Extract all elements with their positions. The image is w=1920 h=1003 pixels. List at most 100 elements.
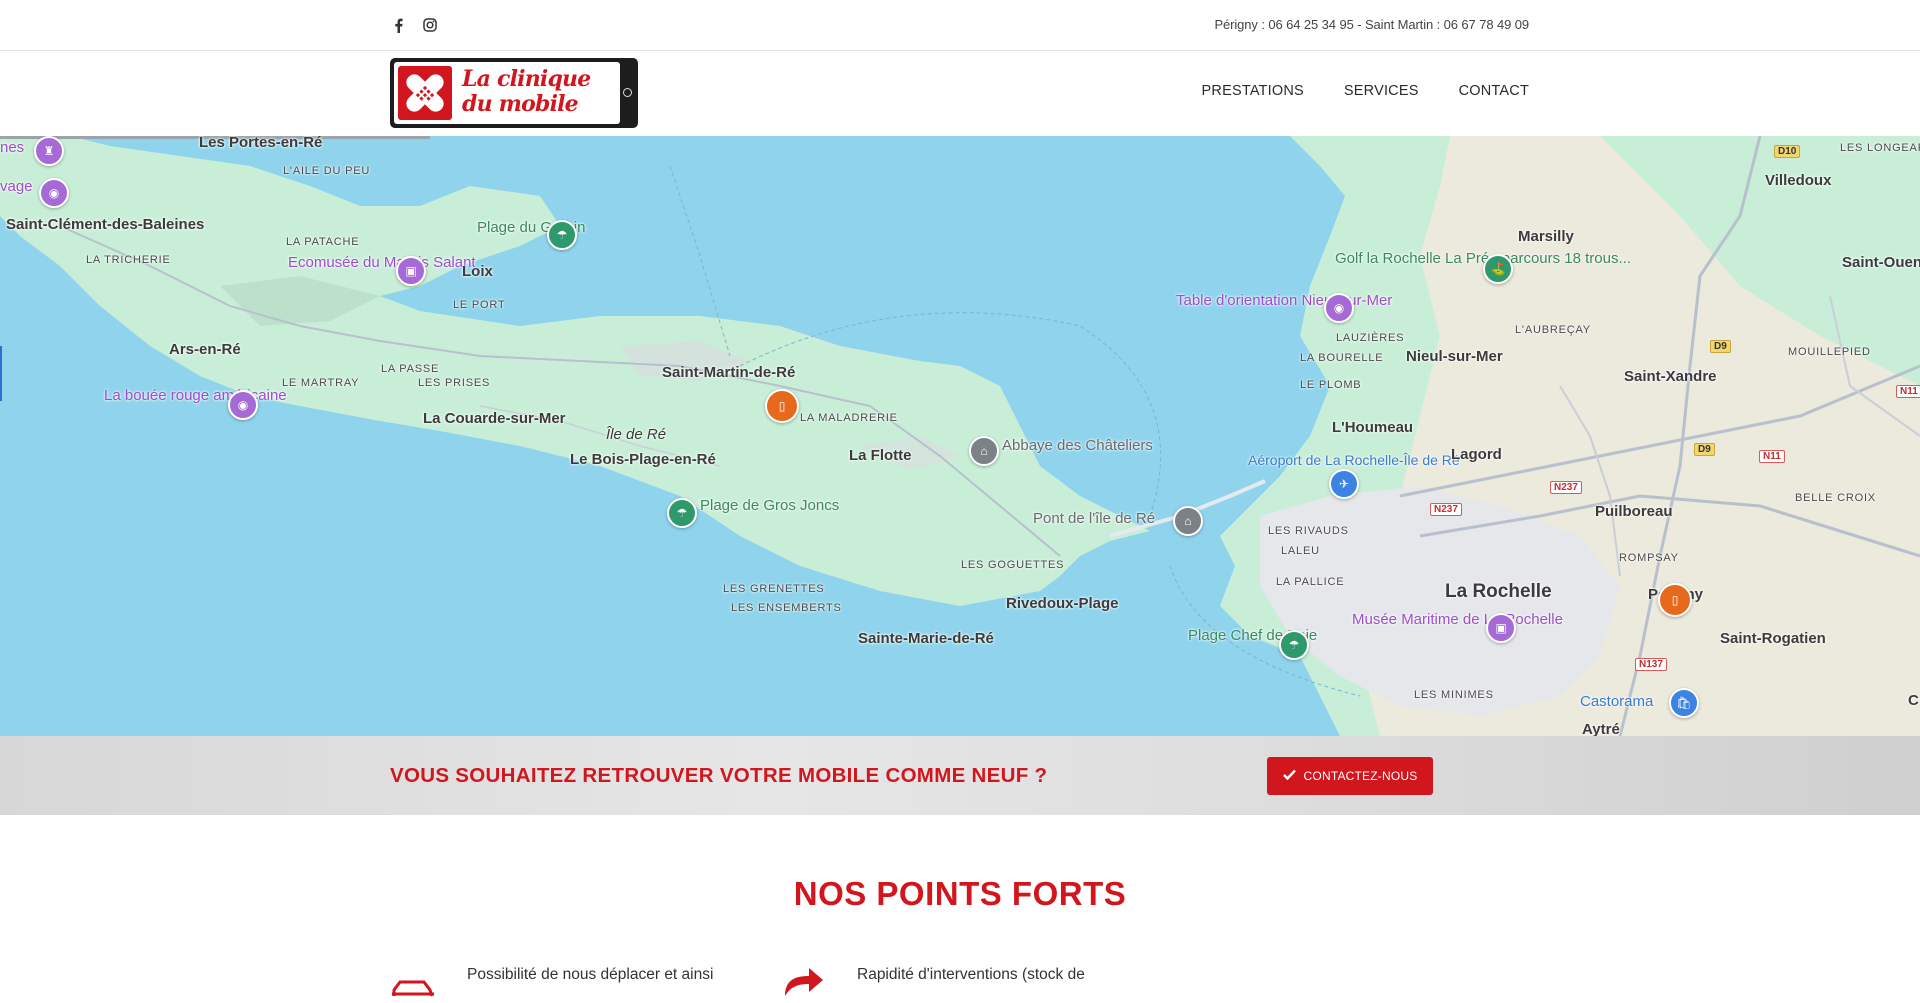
phone-button-icon <box>623 88 632 97</box>
map-pin-airport-icon[interactable]: ✈ <box>1329 469 1359 499</box>
site-logo[interactable]: La clinique du mobile <box>390 58 638 128</box>
top-bar: Périgny : 06 64 25 34 95 - Saint Martin … <box>0 0 1920 51</box>
road-d9-a: D9 <box>1710 340 1731 353</box>
bandage-logo-icon <box>398 66 452 120</box>
map-label-la-pallice: LA PALLICE <box>1276 576 1345 588</box>
map-pin-museum-icon[interactable]: ▣ <box>396 256 426 286</box>
feature-text-1: Possibilité de nous déplacer et ainsi <box>467 966 714 983</box>
facebook-icon[interactable] <box>390 16 406 34</box>
map-label-les-minimes: LES MINIMES <box>1414 689 1494 701</box>
map-pin-table-icon[interactable]: ◉ <box>1324 293 1354 323</box>
points-forts-title: NOS POINTS FORTS <box>793 875 1127 912</box>
map-label-castorama: Castorama <box>1580 693 1654 710</box>
map-label-rompsay: ROMPSAY <box>1619 552 1679 564</box>
check-icon <box>1282 769 1296 783</box>
map-label-saint-clement: Saint-Clément-des-Baleines <box>6 216 205 233</box>
site-header: La clinique du mobile PRESTATIONS SERVIC… <box>0 51 1920 136</box>
map-pin-shop-saint-martin-icon[interactable]: ▯ <box>765 389 799 423</box>
map-label-ars-en-re: Ars-en-Ré <box>169 341 241 358</box>
map-label-gros-joncs: Plage de Gros Joncs <box>700 497 840 514</box>
map-label-saint-martin: Saint-Martin-de-Ré <box>662 364 796 381</box>
map-pin-abbey-icon[interactable]: ⌂ <box>969 436 999 466</box>
map-pin-gros-joncs-icon[interactable]: ☂ <box>667 498 697 528</box>
map-label-lhoumeau: L'Houmeau <box>1332 419 1414 436</box>
map-label-la-couarde: La Couarde-sur-Mer <box>423 410 566 427</box>
map-label-plage-du-grouin: Plage du Grouin <box>477 219 586 236</box>
map-pin-bouee-icon[interactable]: ◉ <box>228 390 258 420</box>
map-label-musee-maritime: Musée Maritime de La Rochelle <box>1352 611 1563 628</box>
map-label-chef-de-baie: Plage Chef de Baie <box>1188 627 1318 644</box>
map-label-saint-rogatien: Saint-Rogatien <box>1720 630 1826 647</box>
social-links <box>390 16 438 34</box>
map-pin-shop-perigny-icon[interactable]: ▯ <box>1658 583 1692 617</box>
contact-us-label: CONTACTEZ-NOUS <box>1303 769 1418 783</box>
map-label-lauzieres: LAUZIÈRES <box>1336 332 1405 344</box>
map-label-la-passe: LA PASSE <box>381 363 440 375</box>
map-label-abbaye: Abbaye des Châteliers <box>1002 437 1153 454</box>
map-label-la-patache: LA PATACHE <box>286 236 360 248</box>
map-pin-chef-de-baie-icon[interactable]: ☂ <box>1279 630 1309 660</box>
map-pin-musee-icon[interactable]: ▣ <box>1486 613 1516 643</box>
map-label-belle-croix: BELLE CROIX <box>1795 492 1876 504</box>
map-label-bouee-rouge: La bouée rouge américaine <box>104 387 287 404</box>
map-label-le-martray: LE MARTRAY <box>282 377 360 389</box>
logo-text: La clinique du mobile <box>462 66 591 117</box>
map-label-les-longeard: LES LONGEAR <box>1840 142 1920 154</box>
logo-line-1: La clinique <box>462 66 591 92</box>
map-label-la-tricherie: LA TRICHERIE <box>86 254 171 266</box>
nav-prestations[interactable]: PRESTATIONS <box>1202 83 1304 99</box>
nav-services[interactable]: SERVICES <box>1344 83 1419 99</box>
map-label-mouillepied: MOUILLEPIED <box>1788 346 1871 358</box>
map-label-saint-xandre: Saint-Xandre <box>1624 368 1717 385</box>
map-label-les-goguettes: LES GOGUETTES <box>961 559 1065 571</box>
map-pin-bridge-icon[interactable]: ⌂ <box>1173 506 1203 536</box>
map-pin-poi-icon[interactable]: ◉ <box>39 178 69 208</box>
contact-us-button[interactable]: CONTACTEZ-NOUS <box>1267 757 1433 795</box>
road-d9-b: D9 <box>1694 443 1715 456</box>
map-label-laleu: LALEU <box>1281 545 1320 557</box>
car-icon <box>390 978 436 1003</box>
map-pin-castorama-icon[interactable]: 🛍 <box>1669 688 1699 718</box>
map-pin-castle-icon[interactable]: ♜ <box>34 136 64 166</box>
google-map[interactable]: Les Portes-en-Ré L'AILE DU PEU Saint-Clé… <box>0 136 1920 736</box>
map-label-les-prises: LES PRISES <box>418 377 491 389</box>
road-n237-a: N237 <box>1550 481 1582 494</box>
map-label-le-port: LE PORT <box>453 299 506 311</box>
map-label-aeroport: Aéroport de La Rochelle-Île de Ré <box>1248 452 1460 468</box>
map-label-rivedoux: Rivedoux-Plage <box>1006 595 1119 612</box>
map-label-marsilly: Marsilly <box>1518 228 1574 245</box>
map-label-ecomusee: Ecomusée du Marais Salant <box>288 254 476 271</box>
map-label-puilboreau: Puilboreau <box>1595 503 1673 520</box>
map-pin-beach-icon[interactable]: ☂ <box>547 220 577 250</box>
map-label-sainte-marie: Sainte-Marie-de-Ré <box>858 630 994 647</box>
nav-contact[interactable]: CONTACT <box>1459 83 1529 99</box>
map-label-le-plomb: LE PLOMB <box>1300 379 1362 391</box>
map-label-la-rochelle: La Rochelle <box>1445 581 1552 602</box>
map-label-les-ensemberts: LES ENSEMBERTS <box>731 602 842 614</box>
map-label-ile-de-re: Île de Ré <box>606 426 667 443</box>
road-n11-a: N11 <box>1896 385 1920 398</box>
redo-arrow-icon <box>779 966 825 1001</box>
map-label-golf: Golf la Rochelle La Prée parcours 18 tro… <box>1335 250 1631 267</box>
map-label-vage: vage <box>0 178 33 195</box>
cta-band: VOUS SOUHAITEZ RETROUVER VOTRE MOBILE CO… <box>0 736 1920 815</box>
road-n237-b: N237 <box>1430 503 1462 516</box>
road-n137: N137 <box>1635 658 1667 671</box>
map-label-aytre: Aytré <box>1582 721 1620 736</box>
map-label-saint-ouen: Saint-Ouen <box>1842 254 1920 271</box>
map-label-aile-du-peu: L'AILE DU PEU <box>283 165 371 177</box>
map-label-la-flotte: La Flotte <box>849 447 912 464</box>
cta-heading: VOUS SOUHAITEZ RETROUVER VOTRE MOBILE CO… <box>390 764 1048 787</box>
map-label-lagord: Lagord <box>1451 446 1502 463</box>
map-label-la-maladrerie: LA MALADRERIE <box>800 412 898 424</box>
map-pin-golf-icon[interactable]: ⛳ <box>1483 254 1513 284</box>
road-n11-b: N11 <box>1759 450 1785 463</box>
map-label-pont-ile-de-re: Pont de l'île de Ré <box>1033 510 1156 527</box>
instagram-icon[interactable] <box>422 16 438 34</box>
main-nav: PRESTATIONS SERVICES CONTACT <box>1202 83 1529 99</box>
map-label-les-grenettes: LES GRENETTES <box>723 583 825 595</box>
map-label-aubrecay: L'AUBREÇAY <box>1515 324 1591 336</box>
map-label-bois-plage: Le Bois-Plage-en-Ré <box>570 451 716 468</box>
map-label-les-rivauds: LES RIVAUDS <box>1268 525 1349 537</box>
map-label-les-portes: Les Portes-en-Ré <box>199 136 323 151</box>
